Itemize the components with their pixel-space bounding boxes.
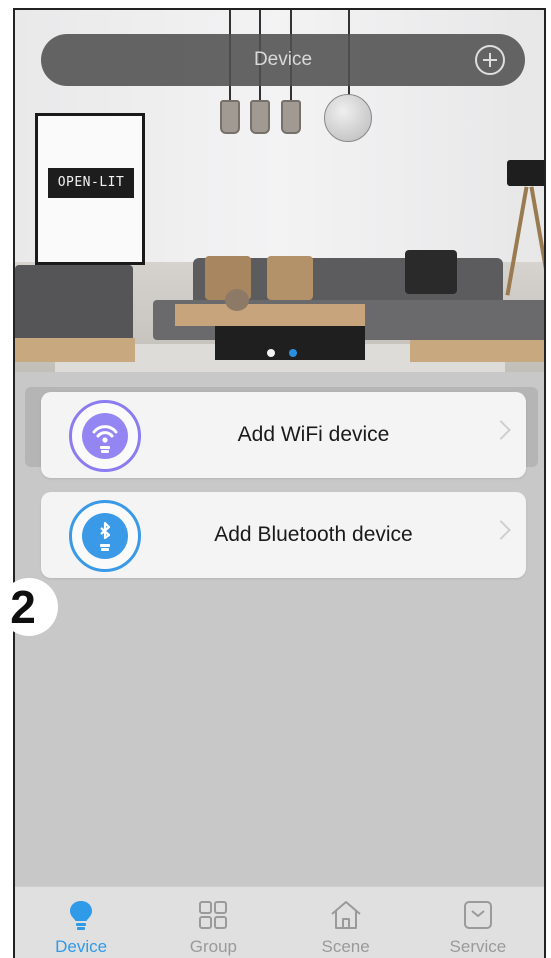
add-bluetooth-device-label: Add Bluetooth device <box>214 523 413 546</box>
chat-icon <box>462 899 494 936</box>
page-dot-active[interactable] <box>289 349 297 357</box>
sofa <box>15 265 133 347</box>
page-dot[interactable] <box>267 349 275 357</box>
open-lit-sign: OPEN-LIT <box>48 168 134 198</box>
page-title: Device <box>253 49 313 70</box>
tab-scene[interactable]: Scene <box>280 887 412 958</box>
bluetooth-bulb-icon <box>82 513 128 559</box>
add-wifi-device-button[interactable]: Add WiFi device <box>41 392 526 478</box>
chevron-right-icon <box>491 420 511 440</box>
page-indicator <box>267 349 297 357</box>
home-icon <box>329 899 363 936</box>
header-bar: Device <box>41 34 525 86</box>
coffee-table <box>175 304 365 326</box>
chevron-right-icon <box>491 520 511 540</box>
add-wifi-device-label: Add WiFi device <box>237 423 390 446</box>
step-number-badge: 2 <box>0 578 58 636</box>
pendant-lamp-icon <box>250 100 270 134</box>
tab-group[interactable]: Group <box>147 887 279 958</box>
pendant-lamp-icon <box>281 100 301 134</box>
tab-service[interactable]: Service <box>412 887 544 958</box>
grid-icon <box>197 899 229 936</box>
bottom-tab-bar: Device Group Scene Service <box>15 886 544 958</box>
wall-art-frame: OPEN-LIT <box>35 113 145 265</box>
phone-screen: OPEN-LIT Device Add WiFi device Add Blue… <box>13 8 546 958</box>
add-bluetooth-device-button[interactable]: Add Bluetooth device <box>41 492 526 578</box>
plus-circle-icon[interactable] <box>475 45 505 75</box>
wifi-bulb-icon <box>82 413 128 459</box>
globe-lamp-icon <box>324 94 372 142</box>
pendant-lamp-icon <box>220 100 240 134</box>
bulb-icon <box>68 899 94 936</box>
floor-lamp-icon <box>507 160 544 186</box>
tab-device[interactable]: Device <box>15 887 147 958</box>
